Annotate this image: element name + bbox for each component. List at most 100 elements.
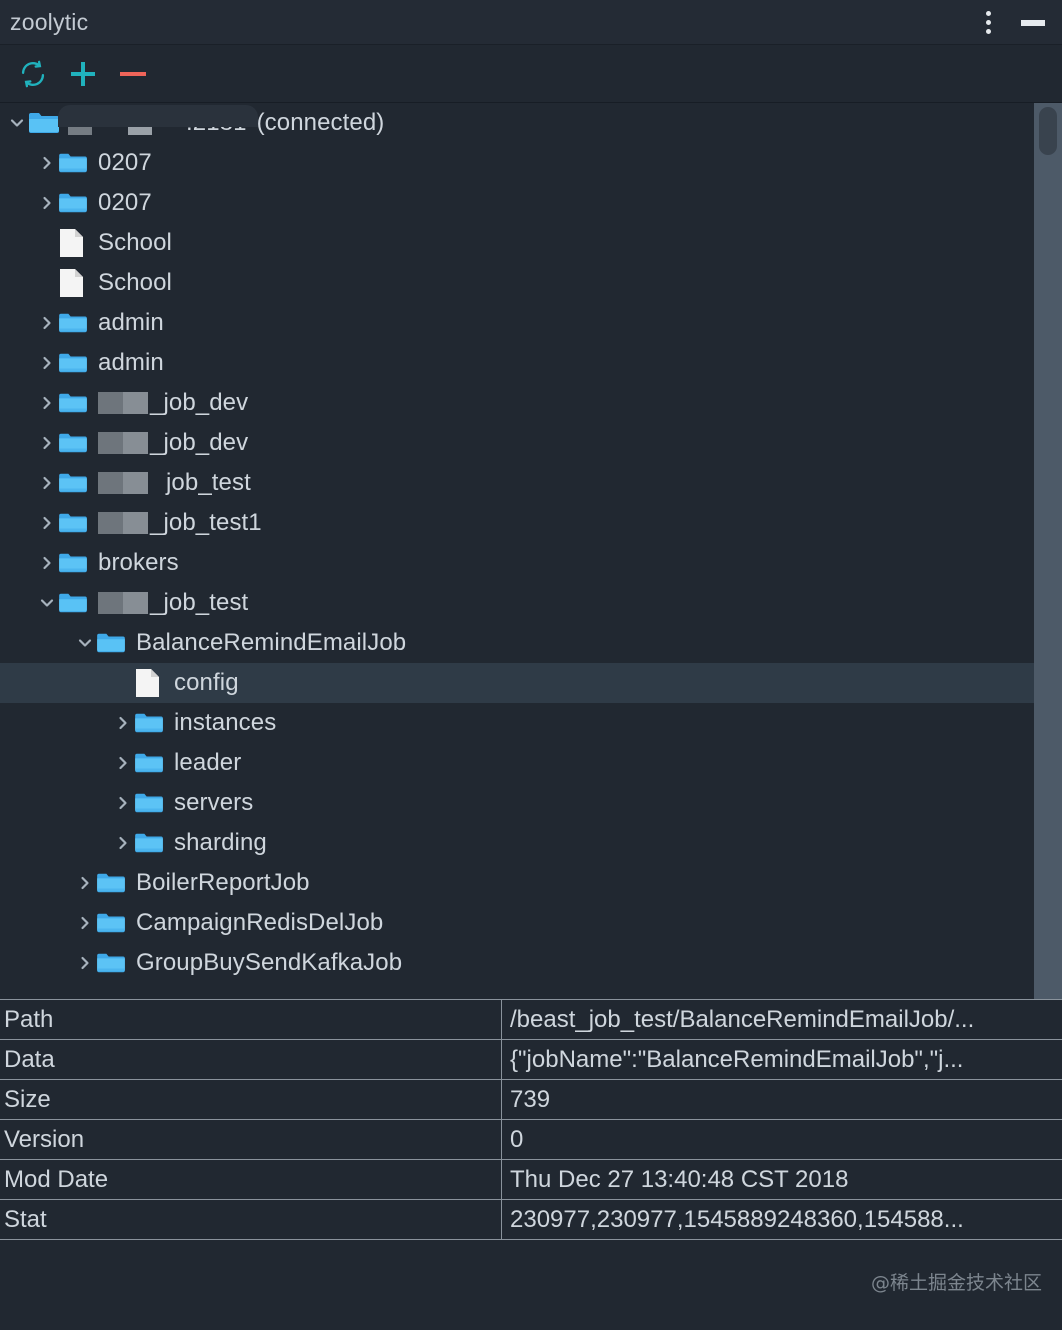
kebab-menu-icon[interactable]	[976, 10, 1000, 36]
detail-key: Size	[0, 1080, 502, 1119]
chevron-down-icon[interactable]	[6, 112, 28, 134]
chevron-right-icon[interactable]	[112, 752, 134, 774]
tree-row[interactable]: config	[0, 663, 1062, 703]
tree-row-root[interactable]: :2181 (connected)	[0, 103, 1062, 143]
redaction-block	[98, 432, 148, 454]
detail-row: Version 0	[0, 1120, 1062, 1160]
tree-row-text: School	[98, 229, 172, 256]
redaction-overlay	[58, 105, 258, 127]
tree-row-text: 0207	[98, 149, 152, 176]
refresh-button[interactable]	[8, 50, 58, 98]
tree-row[interactable]: BoilerReportJob	[0, 863, 1062, 903]
detail-row: Mod Date Thu Dec 27 13:40:48 CST 2018	[0, 1160, 1062, 1200]
tree-row[interactable]: 0207	[0, 143, 1062, 183]
tree-panel[interactable]: :2181 (connected) 0207 0207 School School ad…	[0, 103, 1062, 999]
tree-row-label: sharding	[174, 829, 267, 857]
folder-icon	[134, 750, 166, 776]
tree-row-label: GroupBuySendKafkaJob	[136, 949, 402, 977]
chevron-right-icon[interactable]	[36, 392, 58, 414]
tree-row[interactable]: BalanceRemindEmailJob	[0, 623, 1062, 663]
file-icon	[58, 269, 90, 297]
chevron-right-icon[interactable]	[36, 192, 58, 214]
tree-row-label: CampaignRedisDelJob	[136, 909, 383, 937]
folder-icon	[58, 310, 90, 336]
tree-row-label: admin	[98, 349, 164, 377]
redaction-block	[98, 392, 148, 414]
detail-key: Mod Date	[0, 1160, 502, 1199]
tree-row[interactable]: job_test	[0, 463, 1062, 503]
tree-row-text: _job_dev	[150, 429, 249, 456]
detail-value: 739	[510, 1085, 551, 1113]
folder-open-icon	[58, 590, 90, 616]
folder-icon	[58, 550, 90, 576]
tree-row[interactable]: admin	[0, 343, 1062, 383]
tree-row[interactable]: 0207	[0, 183, 1062, 223]
chevron-right-icon[interactable]	[36, 152, 58, 174]
chevron-right-icon[interactable]	[36, 352, 58, 374]
add-node-button[interactable]	[58, 50, 108, 98]
folder-icon	[134, 790, 166, 816]
chevron-right-icon[interactable]	[36, 432, 58, 454]
detail-row: Path/beast_job_test/BalanceRemindEmailJo…	[0, 1000, 1062, 1040]
tree-row[interactable]: sharding	[0, 823, 1062, 863]
detail-row: Data {"jobName":"BalanceRemindEmailJob","…	[0, 1040, 1062, 1080]
chevron-down-icon[interactable]	[36, 592, 58, 614]
tree-scrollbar-thumb[interactable]	[1039, 107, 1057, 155]
folder-icon	[58, 190, 90, 216]
tree-row[interactable]: _job_test	[0, 583, 1062, 623]
detail-value: 230977,230977,1545889248360,154588...	[510, 1205, 964, 1233]
tree-row[interactable]: leader	[0, 743, 1062, 783]
redaction-block	[98, 592, 148, 614]
tree-row[interactable]: instances	[0, 703, 1062, 743]
detail-key: Version	[0, 1120, 502, 1159]
tree-row-label: _job_dev	[98, 429, 248, 457]
tree-row[interactable]: CampaignRedisDelJob	[0, 903, 1062, 943]
chevron-right-icon[interactable]	[36, 552, 58, 574]
detail-key: Data	[0, 1040, 502, 1079]
folder-icon	[58, 150, 90, 176]
tree-row-label: admin	[98, 309, 164, 337]
minimize-icon[interactable]	[1020, 12, 1046, 34]
tree-row[interactable]: School	[0, 223, 1062, 263]
footer: @稀土掘金技术社区	[0, 1240, 1062, 1326]
chevron-right-icon[interactable]	[112, 712, 134, 734]
tree-row[interactable]: servers	[0, 783, 1062, 823]
tree-row-text: 0207	[98, 189, 152, 216]
chevron-right-icon[interactable]	[36, 512, 58, 534]
tree-row[interactable]: _job_test1	[0, 503, 1062, 543]
tree-row[interactable]: _job_dev	[0, 423, 1062, 463]
root-status: (connected)	[256, 109, 385, 136]
remove-node-button[interactable]	[108, 50, 158, 98]
chevron-right-icon[interactable]	[112, 792, 134, 814]
tree-row[interactable]: School	[0, 263, 1062, 303]
folder-icon	[134, 830, 166, 856]
chevron-right-icon[interactable]	[74, 912, 96, 934]
chevron-right-icon[interactable]	[74, 952, 96, 974]
tree-scrollbar[interactable]	[1034, 103, 1062, 999]
node-tree[interactable]: :2181 (connected) 0207 0207 School School ad…	[0, 103, 1062, 983]
tree-row[interactable]: brokers	[0, 543, 1062, 583]
tree-row-label: instances	[174, 709, 276, 737]
tree-row-label: 0207	[98, 189, 152, 217]
tree-row[interactable]: GroupBuySendKafkaJob	[0, 943, 1062, 983]
folder-icon	[58, 510, 90, 536]
chevron-right-icon[interactable]	[36, 312, 58, 334]
detail-value: Thu Dec 27 13:40:48 CST 2018	[510, 1165, 849, 1193]
folder-icon	[96, 870, 128, 896]
tree-row[interactable]: admin	[0, 303, 1062, 343]
tree-row-label: config	[174, 669, 239, 697]
folder-icon	[96, 950, 128, 976]
file-icon	[58, 229, 90, 257]
tree-row-label: School	[98, 229, 172, 257]
folder-open-icon	[28, 110, 60, 136]
chevron-right-icon[interactable]	[112, 832, 134, 854]
detail-key: Stat	[0, 1200, 502, 1239]
tree-row-text: servers	[174, 789, 254, 816]
tree-row[interactable]: _job_dev	[0, 383, 1062, 423]
tree-row-text: _job_test	[150, 589, 249, 616]
chevron-right-icon[interactable]	[36, 472, 58, 494]
chevron-right-icon[interactable]	[74, 872, 96, 894]
chevron-down-icon[interactable]	[74, 632, 96, 654]
tree-row-label: _job_dev	[98, 389, 248, 417]
tree-row-label: School	[98, 269, 172, 297]
